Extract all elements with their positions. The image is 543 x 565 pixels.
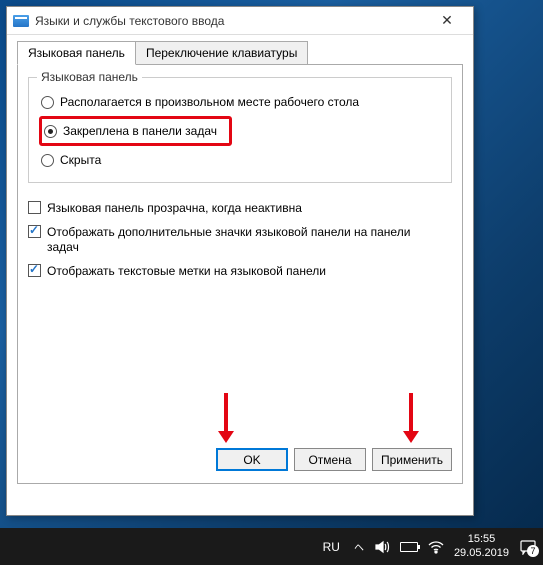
tab-keyboard-switch[interactable]: Переключение клавиатуры xyxy=(135,41,308,65)
app-icon xyxy=(13,15,29,27)
system-tray: RU ヘ 15:55 29.05.2019 7 xyxy=(319,533,537,559)
close-icon: ✕ xyxy=(441,12,453,29)
time-text: 15:55 xyxy=(454,533,509,546)
battery-icon[interactable] xyxy=(400,542,418,552)
checkbox-icon xyxy=(28,201,41,214)
notifications-icon[interactable]: 7 xyxy=(519,539,537,555)
checkbox-label: Отображать дополнительные значки языково… xyxy=(47,225,427,256)
ok-button[interactable]: OK xyxy=(216,448,288,471)
annotation-arrow-ok xyxy=(224,393,228,433)
annotation-arrow-apply xyxy=(409,393,413,433)
radio-hidden[interactable]: Скрыта xyxy=(39,148,441,172)
tab-panel: Языковая панель Располагается в произвол… xyxy=(17,64,463,484)
taskbar: RU ヘ 15:55 29.05.2019 7 xyxy=(0,528,543,565)
volume-icon[interactable] xyxy=(374,539,390,555)
checkbox-extra-icons[interactable]: Отображать дополнительные значки языково… xyxy=(28,221,452,260)
dialog-title: Языки и службы текстового ввода xyxy=(35,14,427,28)
radio-label: Скрыта xyxy=(60,153,101,167)
language-indicator[interactable]: RU xyxy=(319,540,344,554)
button-label: Применить xyxy=(381,453,443,467)
cancel-button[interactable]: Отмена xyxy=(294,448,366,471)
checkbox-icon xyxy=(28,225,41,238)
highlight-box: Закреплена в панели задач xyxy=(39,116,232,146)
checkbox-label: Языковая панель прозрачна, когда неактив… xyxy=(47,201,302,217)
notification-badge: 7 xyxy=(527,545,539,557)
dialog-buttons: OK Отмена Применить xyxy=(216,448,452,471)
radio-icon xyxy=(41,154,54,167)
radio-icon xyxy=(41,96,54,109)
wifi-icon[interactable] xyxy=(428,539,444,555)
tab-label: Переключение клавиатуры xyxy=(146,46,297,60)
apply-button[interactable]: Применить xyxy=(372,448,452,471)
dialog-window: Языки и службы текстового ввода ✕ Языков… xyxy=(6,6,474,516)
radio-label: Закреплена в панели задач xyxy=(63,124,217,138)
radio-icon xyxy=(44,125,57,138)
checkbox-label: Отображать текстовые метки на языковой п… xyxy=(47,264,326,280)
checkbox-text-labels[interactable]: Отображать текстовые метки на языковой п… xyxy=(28,260,452,284)
tray-overflow-icon[interactable]: ヘ xyxy=(354,539,364,554)
tab-label: Языковая панель xyxy=(28,46,125,60)
tab-strip: Языковая панель Переключение клавиатуры xyxy=(7,35,473,65)
date-text: 29.05.2019 xyxy=(454,547,509,560)
button-label: Отмена xyxy=(308,453,351,467)
radio-float[interactable]: Располагается в произвольном месте рабоч… xyxy=(39,90,441,114)
button-label: OK xyxy=(243,453,260,467)
checkbox-transparent[interactable]: Языковая панель прозрачна, когда неактив… xyxy=(28,197,452,221)
close-button[interactable]: ✕ xyxy=(427,9,467,33)
titlebar: Языки и службы текстового ввода ✕ xyxy=(7,7,473,35)
clock[interactable]: 15:55 29.05.2019 xyxy=(454,533,509,559)
group-title: Языковая панель xyxy=(37,70,142,84)
checkbox-icon xyxy=(28,264,41,277)
radio-label: Располагается в произвольном месте рабоч… xyxy=(60,95,359,109)
tab-language-bar[interactable]: Языковая панель xyxy=(17,41,136,65)
radio-docked[interactable]: Закреплена в панели задач xyxy=(42,121,219,141)
language-bar-group: Языковая панель Располагается в произвол… xyxy=(28,77,452,183)
